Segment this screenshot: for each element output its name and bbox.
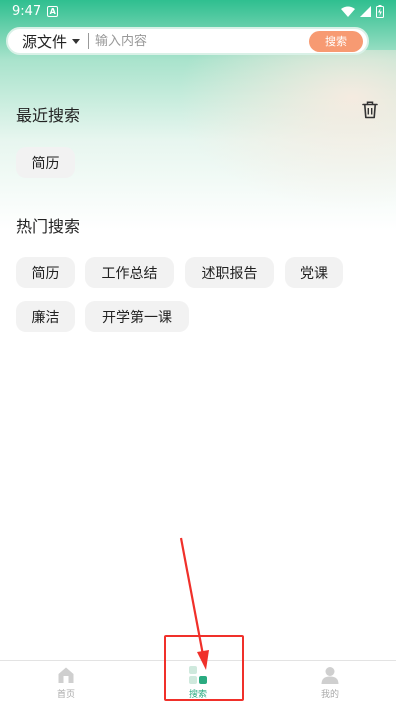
search-grid-icon: [189, 666, 207, 684]
clear-history-button[interactable]: [362, 101, 378, 123]
wifi-icon: [341, 6, 355, 17]
battery-icon: [376, 4, 384, 18]
signal-icon: [360, 5, 371, 17]
search-input[interactable]: [95, 33, 309, 49]
tab-home[interactable]: 首页: [0, 661, 132, 705]
status-time: 9:47: [12, 3, 42, 19]
recent-tag[interactable]: 简历: [16, 147, 75, 178]
recent-search-title: 最近搜索: [16, 106, 81, 125]
search-bar: 源文件 搜索: [6, 27, 369, 55]
tab-home-label: 首页: [56, 690, 75, 700]
hot-tag[interactable]: 工作总结: [85, 257, 174, 288]
tab-search-label: 搜索: [188, 690, 207, 700]
notification-icon: A: [47, 5, 59, 17]
source-type-dropdown[interactable]: 源文件: [22, 31, 81, 52]
user-icon: [321, 667, 339, 684]
source-type-label: 源文件: [22, 32, 68, 51]
status-bar: 9:47 A: [0, 0, 396, 22]
hot-tag[interactable]: 简历: [16, 257, 75, 288]
hot-tag[interactable]: 廉洁: [16, 301, 75, 332]
tab-profile[interactable]: 我的: [264, 661, 396, 705]
search-button[interactable]: 搜索: [309, 30, 363, 52]
tab-profile-label: 我的: [320, 690, 339, 700]
hot-tag[interactable]: 述职报告: [185, 257, 274, 288]
home-icon: [58, 667, 74, 683]
search-divider: [88, 33, 90, 49]
trash-icon: [362, 101, 378, 119]
hot-tag[interactable]: 党课: [285, 257, 343, 288]
hot-search-title: 热门搜索: [16, 217, 81, 236]
tab-search[interactable]: 搜索: [132, 661, 264, 705]
bottom-tab-bar: 首页 搜索 我的: [0, 660, 396, 705]
chevron-down-icon: [72, 38, 81, 44]
hot-tag[interactable]: 开学第一课: [85, 301, 189, 332]
